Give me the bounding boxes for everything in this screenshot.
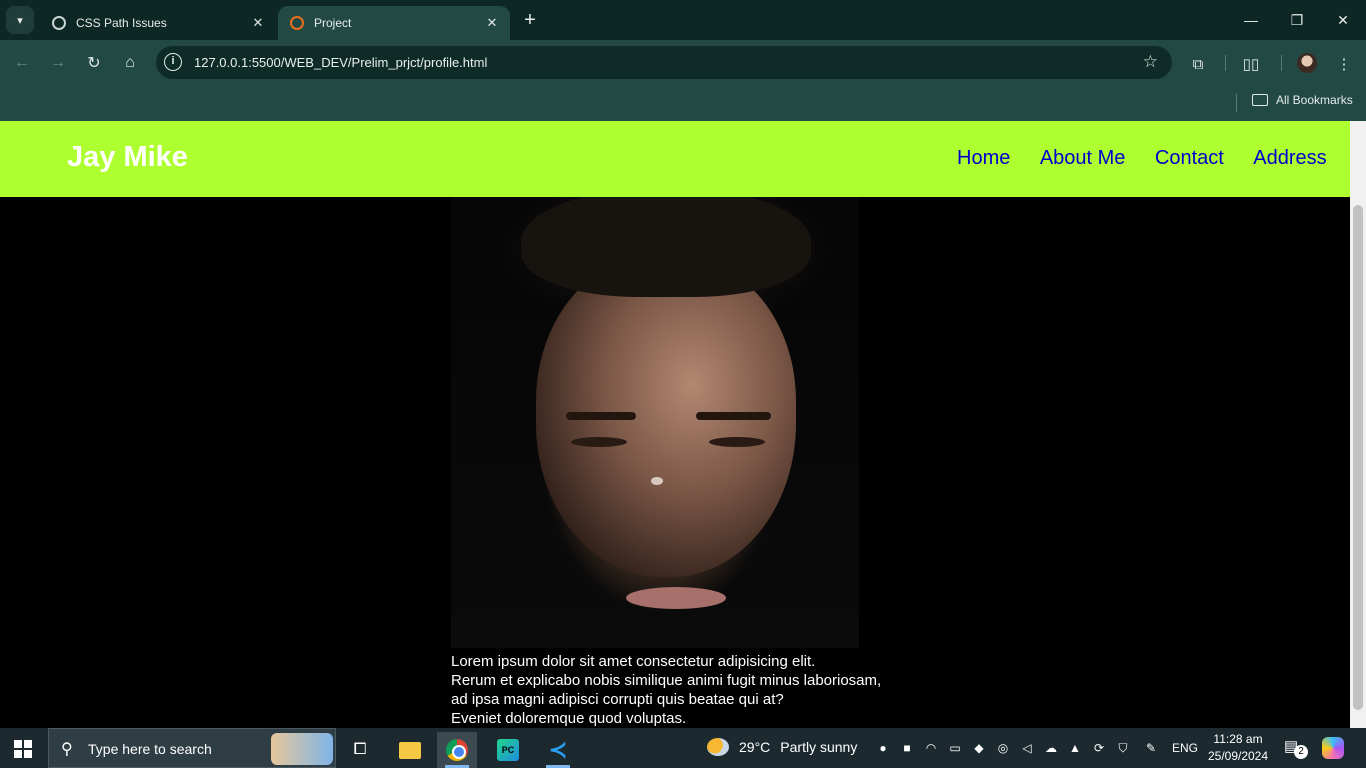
vscode-icon[interactable]: ≺ bbox=[538, 732, 578, 768]
page-scrollbar[interactable] bbox=[1350, 121, 1366, 728]
search-highlight-icon bbox=[271, 733, 333, 765]
page-viewport: Jay Mike Home About Me Contact Address E… bbox=[0, 121, 1350, 728]
notification-count: 2 bbox=[1294, 745, 1308, 759]
close-icon[interactable]: ✕ bbox=[250, 15, 266, 31]
photo-brow-left bbox=[566, 412, 636, 420]
site-brand[interactable]: Jay Mike bbox=[67, 141, 188, 174]
close-window-icon[interactable]: ✕ bbox=[1320, 0, 1366, 40]
nav-link-contact[interactable]: Contact bbox=[1155, 147, 1224, 169]
pycharm-icon[interactable]: PC bbox=[488, 732, 528, 768]
language-indicator[interactable]: ENG bbox=[1172, 741, 1198, 755]
meet-icon[interactable]: ◎ bbox=[994, 739, 1012, 757]
bookmarks-bar: All Bookmarks bbox=[0, 86, 1366, 121]
all-bookmarks-label: All Bookmarks bbox=[1276, 93, 1353, 107]
photo-eye-left bbox=[571, 437, 627, 447]
home-icon[interactable]: ⌂ bbox=[117, 50, 143, 76]
browser-tab-project[interactable]: Project ✕ bbox=[278, 6, 510, 40]
bio-text: Lorem ipsum dolor sit amet consectetur a… bbox=[451, 652, 881, 728]
toolbar-divider bbox=[1281, 55, 1282, 71]
copilot-icon[interactable] bbox=[1322, 737, 1344, 759]
openai-favicon-icon bbox=[52, 16, 66, 30]
weather-temp: 29°C bbox=[739, 739, 771, 755]
search-placeholder: Type here to search bbox=[88, 741, 212, 757]
reload-icon[interactable]: ↻ bbox=[81, 50, 107, 76]
arrow-right-icon[interactable]: → bbox=[45, 50, 71, 76]
close-icon[interactable]: ✕ bbox=[484, 15, 500, 31]
wifi-icon[interactable]: ◠ bbox=[922, 739, 940, 757]
bio-line: Eveniet doloremque quod voluptas. bbox=[451, 710, 687, 727]
book-icon[interactable]: ▯▯ bbox=[1240, 53, 1262, 75]
plus-icon[interactable]: + bbox=[518, 9, 542, 31]
site-navbar: Jay Mike Home About Me Contact Address E… bbox=[0, 121, 1350, 197]
notification-icon[interactable]: ▤ 2 bbox=[1284, 737, 1308, 759]
file-explorer-icon[interactable] bbox=[390, 732, 430, 768]
info-icon[interactable]: i bbox=[164, 53, 182, 71]
bookmarks-divider bbox=[1236, 94, 1237, 112]
teams-icon[interactable]: ◆ bbox=[970, 739, 988, 757]
windows-start-icon[interactable] bbox=[14, 740, 32, 758]
pen-icon[interactable]: ✎ bbox=[1142, 739, 1160, 757]
star-icon[interactable]: ☆ bbox=[1143, 52, 1158, 72]
puzzle-icon[interactable]: ⧉ bbox=[1187, 53, 1209, 75]
clock-date: 25/09/2024 bbox=[1207, 749, 1269, 763]
minimize-icon[interactable]: — bbox=[1228, 0, 1274, 40]
avatar[interactable] bbox=[1297, 53, 1317, 73]
chevron-down-icon[interactable]: ▾ bbox=[6, 6, 34, 34]
profile-photo bbox=[451, 197, 859, 648]
search-icon: ⚲ bbox=[61, 741, 73, 758]
browser-tab-css-path-issues[interactable]: CSS Path Issues ✕ bbox=[40, 6, 276, 40]
avast-icon[interactable]: ▲ bbox=[1066, 739, 1084, 757]
taskbar: ⚲ Type here to search ⧠ PC ≺ 29°C Partly… bbox=[0, 728, 1366, 768]
arrow-left-icon[interactable]: ← bbox=[9, 50, 35, 76]
taskbar-search[interactable]: ⚲ Type here to search bbox=[48, 728, 336, 768]
photo-hair bbox=[521, 197, 811, 297]
browser-tabstrip: ▾ CSS Path Issues ✕ Project ✕ + — ❐ ✕ bbox=[0, 0, 1366, 40]
kebab-menu-icon[interactable]: ⋮ bbox=[1333, 53, 1355, 75]
onedrive-icon[interactable]: ☁ bbox=[1042, 739, 1060, 757]
all-bookmarks-button[interactable]: All Bookmarks bbox=[1252, 93, 1353, 107]
url-text[interactable]: 127.0.0.1:5500/WEB_DEV/Prelim_prjct/prof… bbox=[194, 55, 487, 70]
bio-line: Lorem ipsum dolor sit amet consectetur a… bbox=[451, 653, 816, 670]
nav-link-address[interactable]: Address bbox=[1253, 147, 1326, 169]
toolbar-divider bbox=[1225, 55, 1226, 71]
volume-icon[interactable]: ◁ bbox=[1018, 739, 1036, 757]
partly-sunny-icon bbox=[707, 738, 729, 756]
weather-widget[interactable]: 29°C Partly sunny bbox=[707, 738, 857, 756]
live-server-favicon-icon bbox=[290, 16, 304, 30]
nav-link-about-me[interactable]: About Me bbox=[1040, 147, 1126, 169]
photo-brow-right bbox=[696, 412, 771, 420]
tab-title: CSS Path Issues bbox=[76, 16, 167, 30]
photo-mouth bbox=[626, 587, 726, 609]
nav-link-home[interactable]: Home bbox=[957, 147, 1010, 169]
system-clock[interactable]: 11:28 am 25/09/2024 bbox=[1206, 731, 1270, 765]
chrome-icon[interactable] bbox=[437, 732, 477, 768]
task-view-icon[interactable]: ⧠ bbox=[340, 732, 380, 768]
folder-icon bbox=[1252, 94, 1268, 106]
network-icon[interactable]: ▭ bbox=[946, 739, 964, 757]
security-icon[interactable]: ● bbox=[874, 739, 892, 757]
site-nav-links: Home About Me Contact Address Ed bbox=[957, 147, 1350, 170]
bio-line: ad ipsa magni adipisci corrupti quis bea… bbox=[451, 691, 784, 708]
shield-icon[interactable]: ⛉ bbox=[1114, 739, 1132, 757]
photo-nose bbox=[651, 477, 663, 485]
clock-time: 11:28 am bbox=[1213, 732, 1263, 746]
restore-icon[interactable]: ❐ bbox=[1274, 0, 1320, 40]
browser-toolbar: ← → ↻ ⌂ i 127.0.0.1:5500/WEB_DEV/Prelim_… bbox=[0, 40, 1366, 86]
weather-condition: Partly sunny bbox=[780, 739, 858, 755]
address-bar[interactable]: i 127.0.0.1:5500/WEB_DEV/Prelim_prjct/pr… bbox=[156, 46, 1172, 79]
tab-title: Project bbox=[314, 16, 352, 30]
app-tray-icon[interactable]: ■ bbox=[898, 739, 916, 757]
bio-line: Rerum et explicabo nobis similique animi… bbox=[451, 672, 882, 689]
updates-icon[interactable]: ⟳ bbox=[1090, 739, 1108, 757]
photo-eye-right bbox=[709, 437, 765, 447]
scrollbar-thumb[interactable] bbox=[1353, 205, 1363, 710]
